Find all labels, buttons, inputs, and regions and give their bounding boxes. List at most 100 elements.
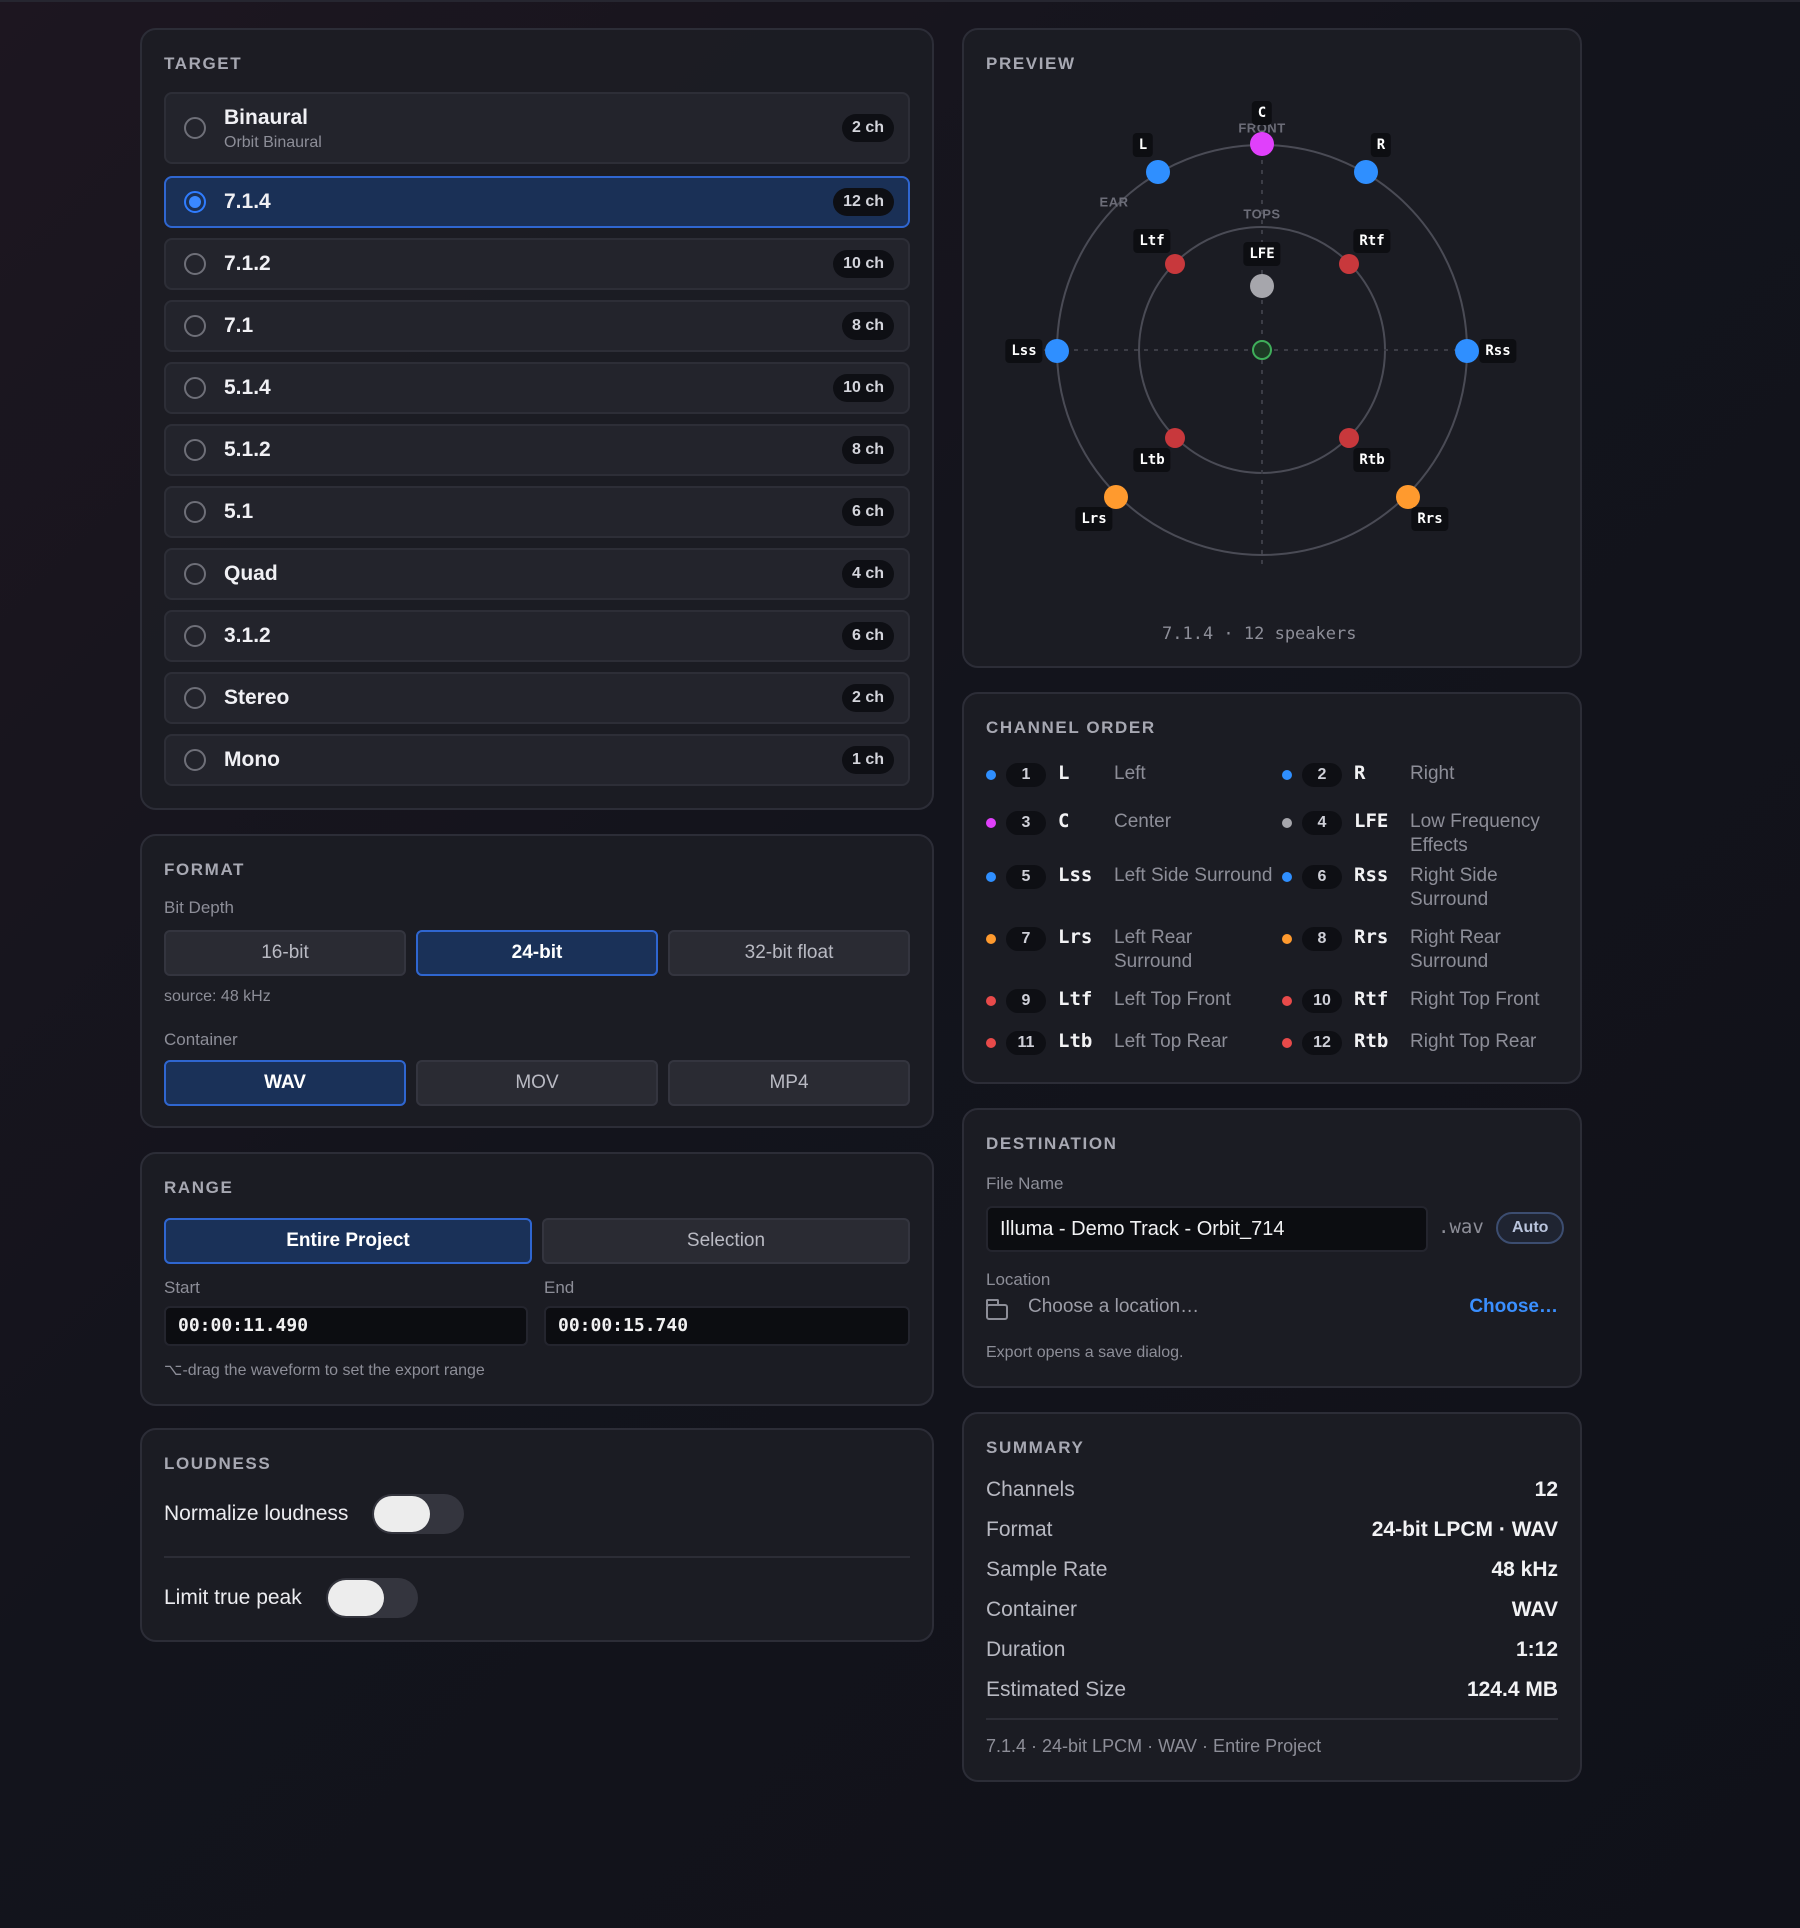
channel-count-badge: 8 ch (841, 436, 894, 464)
summary-row: Container WAV (986, 1598, 1558, 1630)
target-option[interactable]: 7.1 8 ch (164, 300, 910, 352)
radio-empty-icon[interactable] (184, 501, 206, 523)
channel-color-dot (1282, 934, 1292, 944)
speaker-rtf[interactable] (1339, 254, 1359, 274)
summary-title: SUMMARY (986, 1438, 1085, 1457)
container-mov-button[interactable]: MOV (416, 1060, 658, 1106)
radio-selected-icon[interactable] (184, 191, 206, 213)
choose-location-button[interactable]: Choose… (1469, 1296, 1558, 1318)
file-name-input[interactable]: Illuma - Demo Track - Orbit_714 (986, 1206, 1428, 1252)
format-panel: FORMAT Bit Depth 16-bit 24-bit 32-bit fl… (140, 834, 934, 1128)
container-label: Container (164, 1030, 238, 1049)
radio-empty-icon[interactable] (184, 439, 206, 461)
channel-color-dot (986, 770, 996, 780)
channel-abbr: Ltf (1058, 988, 1093, 1010)
speaker-c[interactable] (1250, 132, 1274, 156)
radio-empty-icon[interactable] (184, 117, 206, 139)
channel-number: 9 (1006, 989, 1046, 1013)
radio-empty-icon[interactable] (184, 315, 206, 337)
channel-color-dot (986, 1038, 996, 1048)
speaker-r[interactable] (1354, 160, 1378, 184)
speaker-rss[interactable] (1455, 339, 1479, 363)
summary-key: Container (986, 1598, 1078, 1621)
target-option[interactable]: 7.1.4 12 ch (164, 176, 910, 228)
summary-panel: SUMMARY Channels 12 Format 24-bit LPCM · WA… (962, 1412, 1582, 1782)
target-option-name: Quad (224, 562, 278, 585)
channel-color-dot (986, 934, 996, 944)
end-label: End (544, 1278, 575, 1297)
channel-number: 5 (1006, 865, 1046, 889)
target-option[interactable]: Mono 1 ch (164, 734, 910, 786)
channel-name: Right (1410, 763, 1455, 784)
channel-abbr: Lss (1058, 864, 1093, 886)
range-hint: ⌥-drag the waveform to set the export ra… (164, 1362, 485, 1379)
channel-row: 4 LFE Low Frequency Effects (1282, 808, 1572, 858)
channel-name: Right Rear Surround (1410, 927, 1501, 972)
start-time-field[interactable]: 00:00:11.490 (164, 1306, 528, 1346)
speaker-lrs[interactable] (1104, 485, 1128, 509)
channel-number: 3 (1006, 811, 1046, 835)
speaker-label-rtf: Rtf (1353, 229, 1391, 253)
target-option[interactable]: 3.1.2 6 ch (164, 610, 910, 662)
target-option[interactable]: 5.1.2 8 ch (164, 424, 910, 476)
radio-empty-icon[interactable] (184, 625, 206, 647)
channel-name: Left Top Front (1114, 989, 1231, 1010)
summary-key: Sample Rate (986, 1558, 1108, 1581)
speaker-lss[interactable] (1045, 339, 1069, 363)
bit-depth-32f-button[interactable]: 32-bit float (668, 930, 910, 976)
speaker-label-lrs: Lrs (1075, 507, 1113, 531)
channel-row: 7 Lrs Left Rear Surround (986, 924, 1276, 974)
bit-depth-24-button[interactable]: 24-bit (416, 930, 658, 976)
channel-name: Center (1114, 811, 1172, 832)
channel-color-dot (1282, 770, 1292, 780)
limit-true-peak-toggle[interactable] (326, 1578, 418, 1618)
range-panel: RANGE Entire Project Selection Start End… (140, 1152, 934, 1406)
target-option[interactable]: 7.1.2 10 ch (164, 238, 910, 290)
bit-depth-16-button[interactable]: 16-bit (164, 930, 406, 976)
normalize-loudness-toggle[interactable] (372, 1494, 464, 1534)
speaker-label-ltf: Ltf (1133, 229, 1171, 253)
summary-key: Channels (986, 1478, 1075, 1501)
radio-empty-icon[interactable] (184, 749, 206, 771)
loudness-title: LOUDNESS (164, 1454, 272, 1473)
channel-number: 12 (1302, 1031, 1342, 1055)
range-title: RANGE (164, 1178, 234, 1197)
loudness-panel: LOUDNESS Normalize loudness Limit true p… (140, 1428, 934, 1642)
speaker-ltf[interactable] (1165, 254, 1185, 274)
range-selection-button[interactable]: Selection (542, 1218, 910, 1264)
channel-abbr: LFE (1354, 810, 1389, 832)
target-option[interactable]: 5.1 6 ch (164, 486, 910, 538)
speaker-label-r: R (1370, 133, 1392, 157)
auto-name-button[interactable]: Auto (1496, 1212, 1565, 1244)
speaker-rrs[interactable] (1396, 485, 1420, 509)
channel-count-badge: 12 ch (833, 188, 894, 216)
radio-empty-icon[interactable] (184, 687, 206, 709)
speaker-rtb[interactable] (1339, 428, 1359, 448)
location-label: Location (986, 1270, 1051, 1289)
radio-empty-icon[interactable] (184, 563, 206, 585)
container-wav-button[interactable]: WAV (164, 1060, 406, 1106)
speaker-ltb[interactable] (1165, 428, 1185, 448)
end-time-field[interactable]: 00:00:15.740 (544, 1306, 910, 1346)
speaker-lfe[interactable] (1250, 274, 1274, 298)
target-option[interactable]: Stereo 2 ch (164, 672, 910, 724)
channel-row: 3 C Center (986, 808, 1276, 858)
channel-color-dot (986, 872, 996, 882)
radio-empty-icon[interactable] (184, 377, 206, 399)
target-option-name: 5.1.2 (224, 438, 271, 461)
target-option[interactable]: Binaural Orbit Binaural 2 ch (164, 92, 910, 164)
channel-abbr: Rtf (1354, 988, 1389, 1010)
channel-count-badge: 10 ch (833, 374, 894, 402)
range-entire-project-button[interactable]: Entire Project (164, 1218, 532, 1264)
summary-key: Duration (986, 1638, 1066, 1661)
summary-footer: 7.1.4 · 24-bit LPCM · WAV · Entire Proje… (986, 1736, 1322, 1756)
channel-number: 8 (1302, 927, 1342, 951)
destination-panel: DESTINATION File Name Illuma - Demo Trac… (962, 1108, 1582, 1388)
radio-empty-icon[interactable] (184, 253, 206, 275)
speaker-l[interactable] (1146, 160, 1170, 184)
target-option[interactable]: Quad 4 ch (164, 548, 910, 600)
target-option-name: 5.1 (224, 500, 254, 523)
container-mp4-button[interactable]: MP4 (668, 1060, 910, 1106)
target-option[interactable]: 5.1.4 10 ch (164, 362, 910, 414)
speaker-label-ltb: Ltb (1133, 448, 1171, 472)
